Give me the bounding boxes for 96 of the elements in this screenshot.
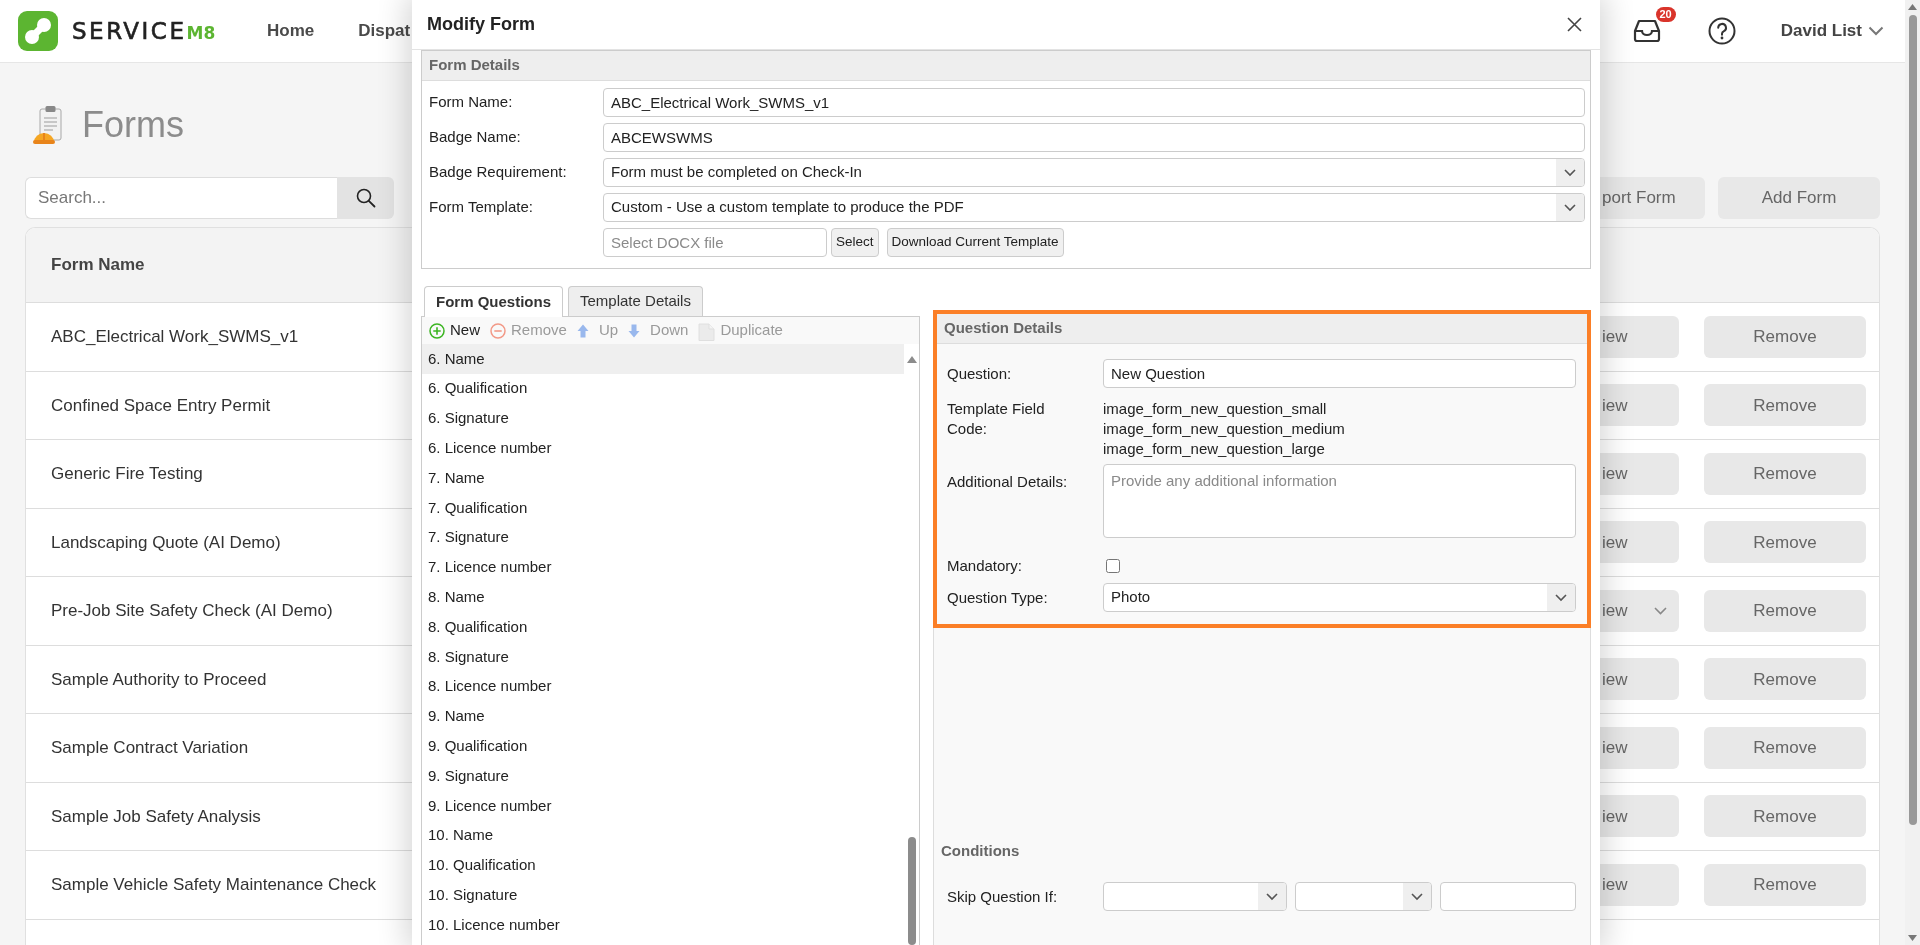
remove-button[interactable]: Remove bbox=[1704, 521, 1866, 564]
field-code: image_form_new_question_large bbox=[1103, 439, 1326, 459]
help-icon[interactable] bbox=[1707, 17, 1736, 45]
text-field[interactable]: ABCEWSWMS bbox=[603, 123, 1585, 152]
tab[interactable]: Template Details bbox=[568, 286, 703, 316]
field-label: Form Template: bbox=[429, 197, 534, 218]
view-button[interactable]: iew bbox=[1600, 384, 1679, 427]
dropdown-field[interactable] bbox=[1103, 882, 1287, 911]
user-name[interactable]: David List bbox=[1780, 18, 1862, 44]
plus-circle-icon bbox=[429, 322, 445, 339]
form-name: Generic Fire Testing bbox=[50, 463, 204, 485]
field-label: Form Name: bbox=[429, 92, 514, 113]
chevron-down-icon[interactable] bbox=[1403, 883, 1431, 910]
scrollbar-thumb[interactable] bbox=[1908, 15, 1917, 825]
close-icon[interactable] bbox=[1567, 17, 1582, 32]
remove-button[interactable]: Remove bbox=[1704, 315, 1866, 358]
page-action-button[interactable]: port Form bbox=[1600, 177, 1705, 219]
scrollbar-thumb[interactable] bbox=[907, 837, 916, 945]
field-label: Mandatory: bbox=[947, 556, 1024, 576]
view-button[interactable]: iew bbox=[1600, 726, 1679, 769]
field-code: image_form_new_question_small bbox=[1103, 399, 1328, 419]
chevron-down-icon[interactable] bbox=[1868, 26, 1884, 36]
form-name: Confined Space Entry Permit bbox=[50, 394, 272, 417]
form-name: Sample Contract Variation bbox=[50, 737, 250, 759]
file-field[interactable]: Select DOCX file bbox=[603, 228, 827, 257]
minus-circle-icon bbox=[490, 322, 506, 339]
page-action-button[interactable]: Add Form bbox=[1718, 177, 1880, 219]
section-header: Question Details bbox=[937, 314, 1587, 344]
field-label: Question Type: bbox=[947, 587, 1049, 608]
arrow-up-icon bbox=[576, 323, 589, 338]
new-button[interactable]: New bbox=[429, 319, 480, 342]
inbox-icon[interactable] bbox=[1631, 18, 1662, 44]
form-name: Pre-Job Site Safety Check (AI Demo) bbox=[50, 600, 334, 622]
scroll-up-icon[interactable] bbox=[906, 356, 917, 363]
field-label: Question: bbox=[947, 363, 1013, 384]
search-button[interactable] bbox=[337, 177, 394, 219]
remove-button[interactable]: Remove bbox=[1704, 795, 1866, 838]
form-name: Landscaping Quote (AI Demo) bbox=[50, 531, 282, 554]
remove-button[interactable]: Remove bbox=[1704, 726, 1866, 769]
modal-title: Modify Form bbox=[427, 13, 535, 36]
chevron-down-icon[interactable] bbox=[1547, 584, 1575, 611]
field-label: Badge Requirement: bbox=[429, 162, 568, 183]
form-name: Sample Job Safety Analysis bbox=[50, 805, 262, 828]
remove-button[interactable]: Remove bbox=[1704, 452, 1866, 495]
text-field[interactable] bbox=[1440, 882, 1576, 911]
field-code: image_form_new_question_medium bbox=[1103, 419, 1346, 439]
text-field[interactable]: ABC_Electrical Work_SWMS_v1 bbox=[603, 88, 1585, 117]
chevron-down-icon[interactable] bbox=[1258, 883, 1286, 910]
document-icon bbox=[698, 320, 716, 341]
dropdown-field[interactable]: Form must be completed on Check-In bbox=[603, 158, 1585, 187]
select-button[interactable]: Select bbox=[831, 228, 879, 257]
question-item[interactable]: 6. Name bbox=[422, 344, 904, 374]
form-name: Sample Vehicle Safety Maintenance Check bbox=[50, 874, 378, 896]
chevron-down-icon bbox=[1654, 606, 1667, 615]
nav-link[interactable]: Home bbox=[267, 18, 315, 44]
chevron-down-icon[interactable] bbox=[1556, 159, 1584, 186]
view-button[interactable]: iew bbox=[1600, 589, 1679, 632]
view-button[interactable]: iew bbox=[1600, 452, 1679, 495]
tab[interactable]: Form Questions bbox=[424, 286, 563, 317]
dropdown-field[interactable]: Custom - Use a custom template to produce the PDF bbox=[603, 193, 1585, 222]
clipboard-icon bbox=[33, 105, 63, 145]
dropdown-field[interactable]: Photo bbox=[1103, 583, 1576, 612]
nav-link[interactable]: Dispat bbox=[358, 18, 411, 44]
additional-details-field[interactable]: Provide any additional information bbox=[1103, 464, 1576, 538]
brand-logo-text: SERVICE M8 bbox=[72, 19, 216, 43]
remove-button[interactable]: Remove bbox=[1704, 863, 1866, 906]
form-name: Sample Authority to Proceed bbox=[50, 668, 268, 691]
view-button[interactable]: iew bbox=[1600, 315, 1679, 358]
mandatory-checkbox[interactable] bbox=[1106, 559, 1120, 573]
section-title: Conditions bbox=[941, 841, 1021, 861]
text-field[interactable]: New Question bbox=[1103, 359, 1576, 388]
field-label: Additional Details: bbox=[947, 472, 1069, 492]
form-name: ABC_Electrical Work_SWMS_v1 bbox=[50, 326, 300, 348]
logo-icon[interactable] bbox=[18, 11, 58, 51]
column-header: Form Name bbox=[51, 254, 145, 277]
scroll-up-icon[interactable] bbox=[1908, 4, 1917, 10]
remove-button[interactable]: Remove bbox=[1704, 589, 1866, 632]
view-button[interactable]: iew bbox=[1600, 863, 1679, 906]
search-field[interactable]: Search... bbox=[25, 177, 337, 219]
search-icon bbox=[355, 188, 376, 208]
chevron-down-icon[interactable] bbox=[1556, 194, 1584, 221]
dropdown-field[interactable] bbox=[1295, 882, 1432, 911]
remove-button[interactable]: Remove bbox=[1704, 384, 1866, 427]
page-title: Forms bbox=[82, 107, 184, 143]
arrow-down-icon bbox=[628, 323, 641, 338]
remove-button[interactable]: Remove bbox=[1704, 658, 1866, 701]
download-button[interactable]: Download Current Template bbox=[886, 228, 1064, 257]
view-button[interactable]: iew bbox=[1600, 658, 1679, 701]
notification-badge: 20 bbox=[1655, 7, 1676, 22]
field-label: Badge Name: bbox=[429, 127, 522, 148]
scroll-down-icon[interactable] bbox=[1908, 935, 1917, 941]
view-button[interactable]: iew bbox=[1600, 521, 1679, 564]
field-label: Template Field Code: bbox=[947, 399, 1046, 439]
view-button[interactable]: iew bbox=[1600, 795, 1679, 838]
section-header: Form Details bbox=[422, 51, 1590, 81]
field-label: Skip Question If: bbox=[947, 886, 1059, 907]
